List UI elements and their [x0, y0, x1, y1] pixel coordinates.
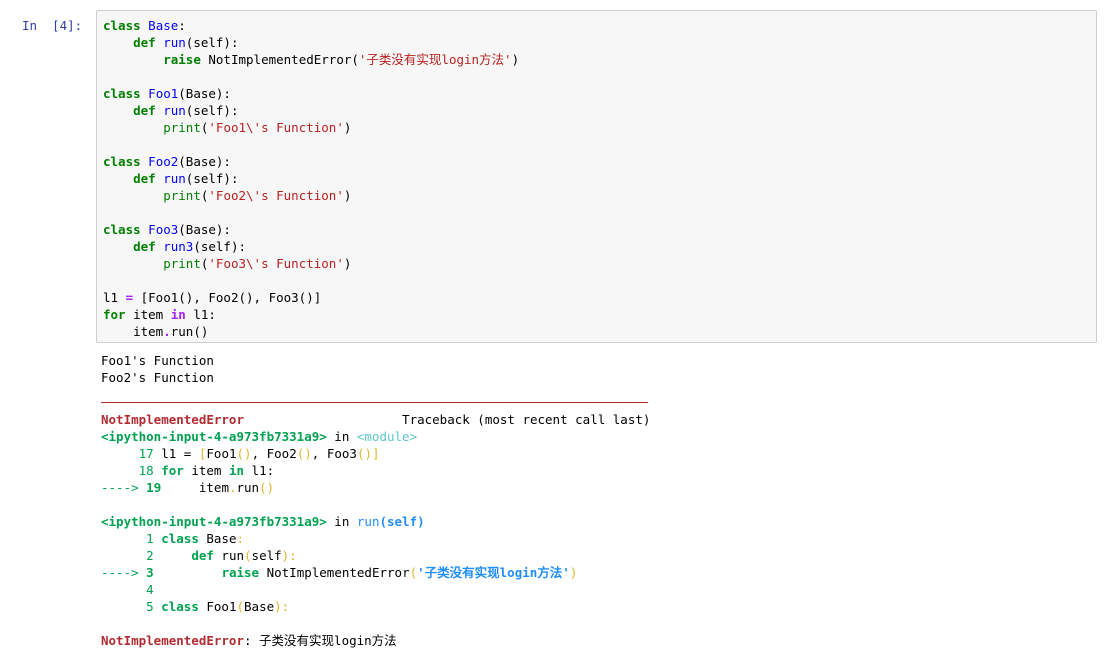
traceback-code-line: 4 — [146, 582, 154, 597]
final-error-name: NotImplementedError — [101, 633, 244, 648]
traceback-divider — [101, 402, 648, 403]
code-line: def run(self): — [133, 171, 239, 186]
cell-output: Foo1's Function Foo2's Function NotImple… — [101, 352, 1101, 649]
code-line: for item in l1: — [103, 307, 216, 322]
code-line: class Base: — [103, 18, 186, 33]
code-line: print('Foo2\'s Function') — [163, 188, 352, 203]
traceback-frame-location: <ipython-input-4-a973fb7331a9> in <modul… — [101, 429, 418, 444]
traceback-code-line: ----> 3 raise NotImplementedError('子类没有实… — [101, 565, 578, 580]
traceback-code-line: 17 l1 = [Foo1(), Foo2(), Foo3()] — [138, 446, 380, 461]
code-line: def run(self): — [133, 35, 239, 50]
traceback-header-label: Traceback (most recent call last) — [402, 412, 651, 427]
stdout-line: Foo2's Function — [101, 370, 214, 385]
code-line: class Foo3(Base): — [103, 222, 231, 237]
error-name: NotImplementedError — [101, 412, 244, 427]
final-error-message: : 子类没有实现login方法 — [244, 633, 397, 648]
code-line: print('Foo3\'s Function') — [163, 256, 352, 271]
traceback-frame-location: <ipython-input-4-a973fb7331a9> in run(se… — [101, 514, 425, 529]
traceback-code-line: 2 def run(self): — [146, 548, 297, 563]
code-line: def run(self): — [133, 103, 239, 118]
traceback-code-line: 5 class Foo1(Base): — [146, 599, 290, 614]
code-line: print('Foo1\'s Function') — [163, 120, 352, 135]
traceback-header: NotImplementedError Traceback (most rece… — [101, 411, 1101, 428]
code-line: l1 = [Foo1(), Foo2(), Foo3()] — [103, 290, 322, 305]
stdout-line: Foo1's Function — [101, 353, 214, 368]
traceback-code-line: 18 for item in l1: — [138, 463, 275, 478]
code-line: item.run() — [103, 324, 209, 339]
code-line: class Foo2(Base): — [103, 154, 231, 169]
traceback-code-line: 1 class Base: — [146, 531, 245, 546]
traceback-code-line: ----> 19 item.run() — [101, 480, 275, 495]
code-line: def run3(self): — [133, 239, 247, 254]
code-line: raise NotImplementedError('子类没有实现login方法… — [163, 52, 520, 67]
code-line: class Foo1(Base): — [103, 86, 231, 101]
code-cell-input[interactable]: class Base: def run(self): raise NotImpl… — [96, 10, 1097, 343]
input-prompt: In [4]: — [22, 18, 83, 33]
final-error-line: NotImplementedError: 子类没有实现login方法 — [101, 632, 1101, 649]
